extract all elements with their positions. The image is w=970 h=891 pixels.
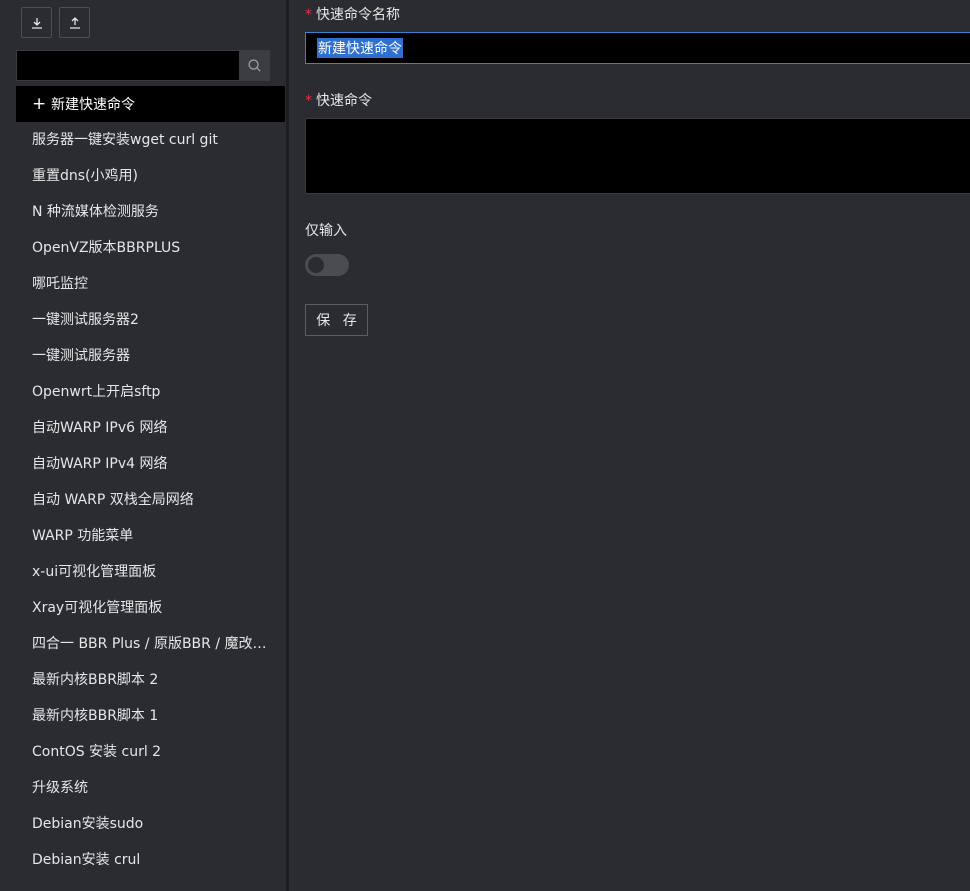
list-item[interactable]: Openwrt上开启sftp xyxy=(16,374,285,410)
command-name-value: 新建快速命令 xyxy=(317,38,403,58)
search-button[interactable] xyxy=(239,50,270,81)
command-label-text: 快速命令 xyxy=(316,93,372,109)
list-item[interactable]: 最新内核BBR脚本 2 xyxy=(16,662,285,698)
command-form: * 快速命令名称 新建快速命令 * 快速命令 仅输入 保 存 xyxy=(289,0,970,891)
list-item[interactable]: Xray可视化管理面板 xyxy=(16,590,285,626)
required-mark: * xyxy=(305,7,312,23)
list-item[interactable]: 四合一 BBR Plus / 原版BBR / 魔改BBR / 锐速 xyxy=(16,626,285,662)
app: + 新建快速命令 服务器一键安装wget curl git 重置dns(小鸡用) … xyxy=(0,0,970,891)
search-icon xyxy=(248,59,261,72)
command-name-input[interactable]: 新建快速命令 xyxy=(305,32,970,64)
name-label-text: 快速命令名称 xyxy=(316,7,400,23)
toggle-knob xyxy=(308,257,324,273)
command-textarea[interactable] xyxy=(305,118,970,194)
list-item[interactable]: 服务器一键安装wget curl git xyxy=(16,122,285,158)
list-item[interactable]: OpenVZ版本BBRPLUS xyxy=(16,230,285,266)
list-item-label: 新建快速命令 xyxy=(51,97,135,113)
required-mark: * xyxy=(305,93,312,109)
list-item[interactable]: 自动 WARP 双栈全局网络 xyxy=(16,482,285,518)
list-item[interactable]: ContOS 安装 curl 2 xyxy=(16,734,285,770)
sidebar-toolbar xyxy=(21,7,90,38)
save-button[interactable]: 保 存 xyxy=(305,304,368,336)
list-item[interactable]: 最新内核BBR脚本 1 xyxy=(16,698,285,734)
list-item[interactable]: Debian安装sudo xyxy=(16,806,285,842)
command-field-label: * 快速命令 xyxy=(305,90,372,110)
list-item[interactable]: 哪吒监控 xyxy=(16,266,285,302)
list-item[interactable]: 自动WARP IPv6 网络 xyxy=(16,410,285,446)
list-item[interactable]: 重置dns(小鸡用) xyxy=(16,158,285,194)
input-only-label: 仅输入 xyxy=(305,223,347,239)
upload-icon xyxy=(69,16,80,29)
export-button[interactable] xyxy=(59,7,90,38)
sidebar: + 新建快速命令 服务器一键安装wget curl git 重置dns(小鸡用) … xyxy=(0,0,286,891)
search-bar xyxy=(16,50,270,81)
name-field-label: * 快速命令名称 xyxy=(305,4,400,24)
list-item[interactable]: 自动WARP IPv4 网络 xyxy=(16,446,285,482)
list-item[interactable]: Debian安装 crul xyxy=(16,842,285,878)
list-item[interactable]: 升级系统 xyxy=(16,770,285,806)
import-button[interactable] xyxy=(21,7,52,38)
command-list: + 新建快速命令 服务器一键安装wget curl git 重置dns(小鸡用) … xyxy=(16,86,285,878)
input-only-toggle[interactable] xyxy=(305,254,349,276)
list-item[interactable]: 一键测试服务器 xyxy=(16,338,285,374)
list-item[interactable]: WARP 功能菜单 xyxy=(16,518,285,554)
download-icon xyxy=(31,17,42,29)
list-item[interactable]: 一键测试服务器2 xyxy=(16,302,285,338)
search-input[interactable] xyxy=(16,50,239,81)
list-item-new-command[interactable]: + 新建快速命令 xyxy=(16,86,285,122)
plus-icon: + xyxy=(32,94,47,114)
list-item[interactable]: x-ui可视化管理面板 xyxy=(16,554,285,590)
list-item[interactable]: N 种流媒体检测服务 xyxy=(16,194,285,230)
